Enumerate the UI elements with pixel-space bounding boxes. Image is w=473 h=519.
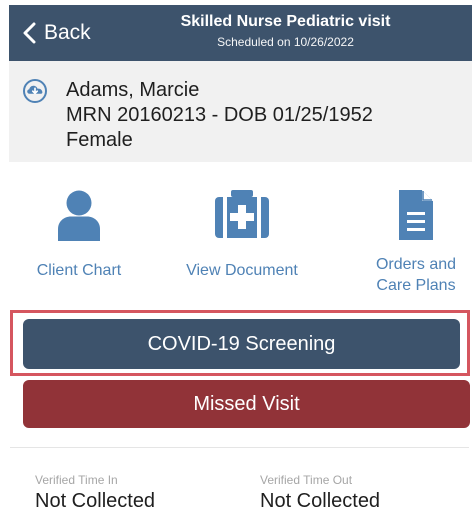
person-icon (58, 190, 100, 241)
verified-time-in-label: Verified Time In (35, 473, 118, 487)
patient-info: Adams, Marcie MRN 20160213 - DOB 01/25/1… (66, 78, 373, 153)
verified-time-in-value: Not Collected (35, 490, 156, 512)
visit-header: Back Skilled Nurse Pediatric visit Sched… (9, 5, 472, 61)
orders-care-plans-action[interactable]: Orders and Care Plans (361, 182, 471, 294)
medical-kit-icon (215, 190, 269, 238)
verified-time-out: Verified Time Out Not Collected (260, 473, 380, 513)
visit-actions: Client Chart View Document Orders and Ca… (9, 182, 472, 294)
back-button[interactable]: Back (22, 20, 91, 46)
orders-care-plans-label: Orders and Care Plans (375, 256, 457, 294)
section-divider (10, 447, 469, 448)
missed-visit-button[interactable]: Missed Visit (23, 380, 470, 428)
patient-mrn-dob: MRN 20160213 - DOB 01/25/1952 (66, 104, 373, 126)
client-chart-action[interactable]: Client Chart (9, 182, 149, 292)
covid-screening-button[interactable]: COVID-19 Screening (23, 319, 460, 369)
patient-name: Adams, Marcie (66, 79, 200, 101)
patient-gender: Female (66, 129, 133, 151)
back-label: Back (44, 21, 91, 44)
covid-screening-highlight: COVID-19 Screening (10, 310, 470, 376)
verified-time-out-value: Not Collected (260, 490, 381, 512)
header-title-block: Skilled Nurse Pediatric visit Scheduled … (114, 13, 457, 49)
client-chart-label: Client Chart (36, 262, 122, 279)
scheduled-date: Scheduled on 10/26/2022 (217, 35, 354, 49)
document-icon (399, 190, 433, 240)
chevron-left-icon (23, 22, 36, 44)
patient-summary: Adams, Marcie MRN 20160213 - DOB 01/25/1… (9, 61, 472, 162)
verified-time-in: Verified Time In Not Collected (35, 473, 155, 513)
view-document-action[interactable]: View Document (172, 182, 312, 292)
verified-time-out-label: Verified Time Out (260, 473, 353, 487)
page-title: Skilled Nurse Pediatric visit (180, 13, 391, 30)
cloud-download-icon[interactable] (22, 78, 48, 104)
view-document-label: View Document (186, 262, 298, 279)
